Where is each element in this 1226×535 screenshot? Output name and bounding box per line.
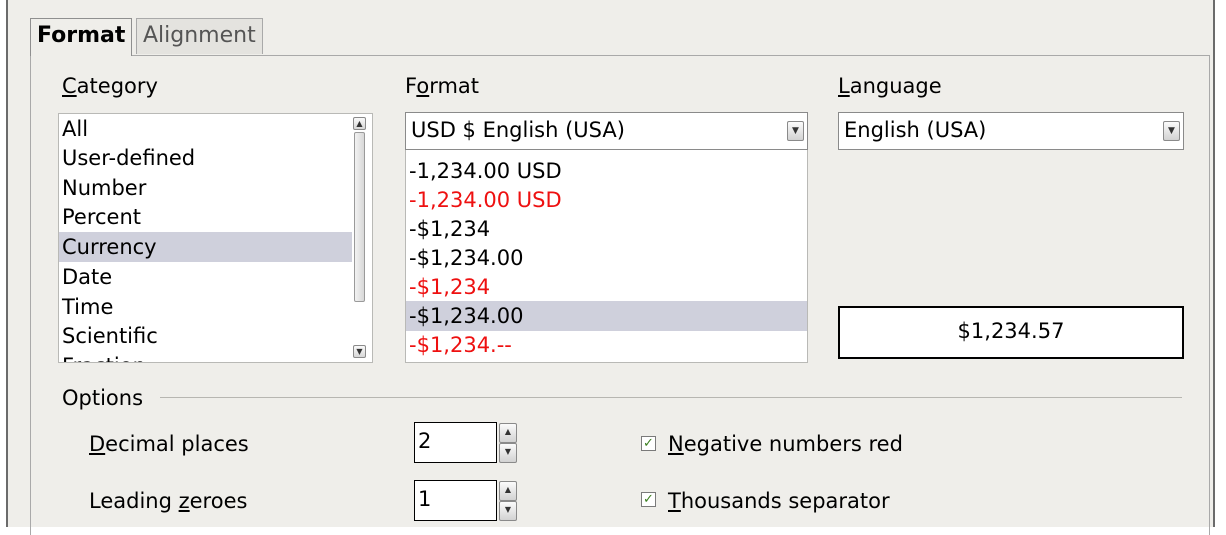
language-select-value: English (USA) [844, 118, 987, 142]
leading-zeroes-field[interactable]: 1 [414, 480, 497, 521]
leading-zeroes-label: Leading zeroes [89, 489, 248, 513]
leading-zeroes-down-icon[interactable]: ▼ [499, 501, 517, 521]
category-item-time[interactable]: Time [59, 292, 372, 322]
decimal-places-label: Decimal places [89, 432, 249, 456]
category-item-date[interactable]: Date [59, 262, 372, 292]
category-item-percent[interactable]: Percent [59, 202, 372, 232]
leading-zeroes-up-icon[interactable]: ▲ [499, 481, 517, 501]
category-item-all[interactable]: All [59, 114, 372, 144]
format-item-selected[interactable]: -$1,234.00 [406, 301, 807, 331]
language-select[interactable]: English (USA) ▼ [838, 112, 1184, 150]
thousands-separator-checkbox[interactable]: ✓ [641, 492, 656, 507]
chevron-down-icon[interactable]: ▼ [787, 121, 804, 141]
format-item[interactable]: -1,234.00 USD [406, 185, 807, 215]
category-item-scientific[interactable]: Scientific [59, 321, 372, 351]
checkmark-icon: ✓ [643, 492, 654, 507]
scroll-thumb[interactable] [354, 132, 365, 302]
negative-red-checkbox[interactable]: ✓ [641, 436, 656, 451]
category-label: Category [62, 74, 158, 98]
options-divider [160, 397, 1182, 398]
tab-format[interactable]: Format [30, 18, 133, 56]
window-left-border [6, 0, 8, 527]
preview-box: $1,234.57 [838, 306, 1184, 359]
category-item-user-defined[interactable]: User-defined [59, 143, 372, 173]
category-listbox[interactable]: All User-defined Number Percent Currency… [58, 113, 373, 363]
checkmark-icon: ✓ [643, 436, 654, 451]
category-item-number[interactable]: Number [59, 173, 372, 203]
format-item[interactable]: -$1,234 [406, 272, 807, 302]
decimal-places-up-icon[interactable]: ▲ [499, 423, 517, 443]
scroll-up-icon[interactable]: ▲ [353, 117, 366, 130]
currency-select-value: USD $ English (USA) [411, 118, 625, 142]
format-item[interactable]: -1,234.00 USD [406, 156, 807, 186]
category-item-fraction[interactable]: Fraction [59, 351, 372, 362]
scroll-down-icon[interactable]: ▼ [353, 345, 366, 358]
chevron-down-icon[interactable]: ▼ [1163, 121, 1180, 141]
currency-select[interactable]: USD $ English (USA) ▼ [405, 112, 808, 150]
decimal-places-down-icon[interactable]: ▼ [499, 443, 517, 463]
format-item[interactable]: -$1,234.00 [406, 243, 807, 273]
window-right-border [1213, 0, 1215, 527]
format-item[interactable]: -$1,234 [406, 214, 807, 244]
options-title: Options [62, 386, 144, 410]
tab-alignment[interactable]: Alignment [136, 18, 263, 54]
thousands-separator-label[interactable]: Thousands separator [668, 488, 890, 514]
category-item-currency[interactable]: Currency [59, 232, 352, 262]
language-label: Language [838, 74, 942, 98]
format-listbox[interactable]: -1,234.00 USD -1,234.00 USD -$1,234 -$1,… [405, 150, 808, 363]
decimal-places-field[interactable]: 2 [414, 422, 497, 463]
format-item[interactable]: -$1,234.-- [406, 330, 807, 360]
negative-red-label[interactable]: Negative numbers red [668, 431, 903, 457]
category-scrollbar[interactable]: ▲ ▼ [352, 114, 372, 362]
format-label: Format [405, 74, 480, 98]
